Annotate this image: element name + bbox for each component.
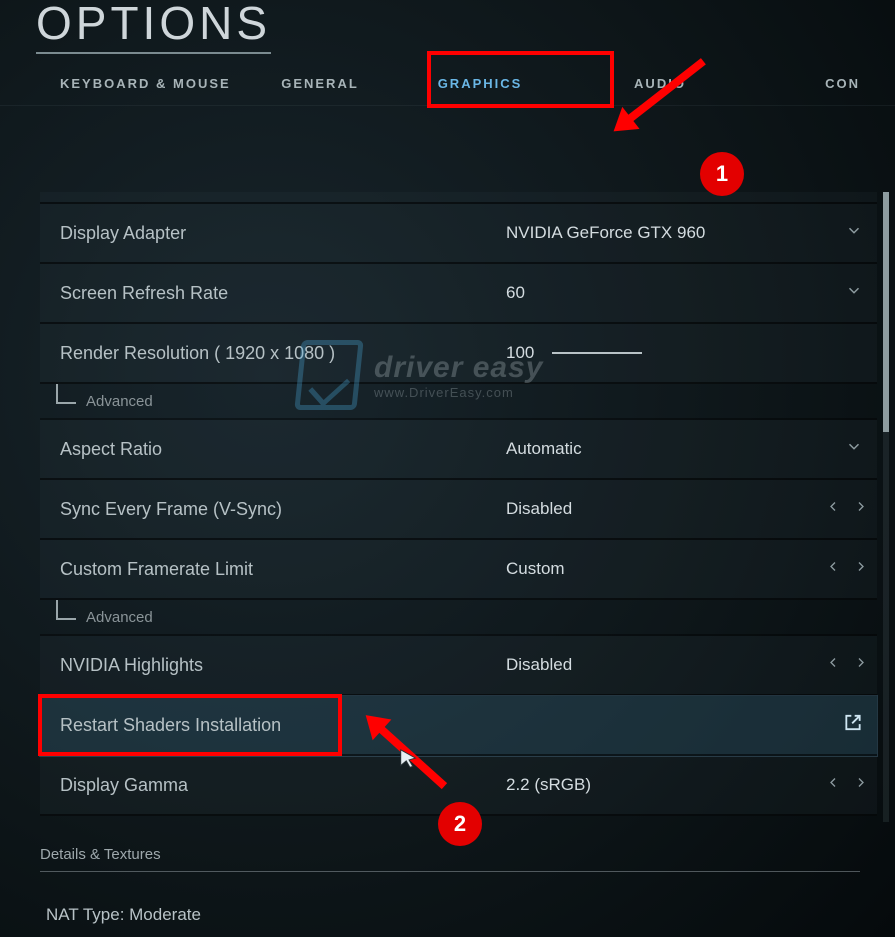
label-nvidia-highlights: NVIDIA Highlights (40, 655, 500, 676)
value-refresh-rate: 60 (500, 283, 877, 303)
section-heading-details-textures: Details & Textures (40, 846, 860, 872)
row-render-resolution[interactable]: Render Resolution ( 1920 x 1080 ) 100 (40, 324, 877, 384)
list-top-band (40, 192, 877, 204)
row-refresh-rate[interactable]: Screen Refresh Rate 60 (40, 264, 877, 324)
value-vsync: Disabled (500, 499, 877, 519)
tabs-bar: KEYBOARD & MOUSE GENERAL GRAPHICS AUDIO … (0, 62, 895, 106)
value-aspect-ratio: Automatic (500, 439, 877, 459)
row-advanced-2[interactable]: Advanced (40, 600, 877, 636)
chevron-left-icon[interactable] (825, 559, 841, 580)
popout-icon[interactable] (843, 713, 863, 738)
label-refresh-rate: Screen Refresh Rate (40, 283, 500, 304)
row-nvidia-highlights[interactable]: NVIDIA Highlights Disabled (40, 636, 877, 696)
row-advanced-1[interactable]: Advanced (40, 384, 877, 420)
label-display-gamma: Display Gamma (40, 775, 500, 796)
label-advanced-2: Advanced (86, 609, 153, 626)
page-title: OPTIONS (36, 0, 271, 54)
label-aspect-ratio: Aspect Ratio (40, 439, 500, 460)
chevron-down-icon[interactable] (845, 222, 863, 245)
annotation-badge-1: 1 (700, 152, 744, 196)
label-advanced-1: Advanced (86, 393, 153, 410)
tab-general[interactable]: GENERAL (240, 76, 400, 91)
settings-list: Display Adapter NVIDIA GeForce GTX 960 S… (40, 192, 877, 816)
chevron-right-icon[interactable] (853, 775, 869, 796)
tab-audio[interactable]: AUDIO (560, 76, 760, 91)
chevron-left-icon[interactable] (825, 655, 841, 676)
row-restart-shaders[interactable]: Restart Shaders Installation (40, 696, 877, 756)
value-display-gamma: 2.2 (sRGB) (500, 775, 877, 795)
chevron-right-icon[interactable] (853, 499, 869, 520)
value-nvidia-highlights: Disabled (500, 655, 877, 675)
scrollbar[interactable] (883, 192, 889, 822)
row-framerate-limit[interactable]: Custom Framerate Limit Custom (40, 540, 877, 600)
tree-bracket-icon (56, 384, 76, 404)
row-display-adapter[interactable]: Display Adapter NVIDIA GeForce GTX 960 (40, 204, 877, 264)
value-render-resolution: 100 (500, 343, 877, 363)
row-display-gamma[interactable]: Display Gamma 2.2 (sRGB) (40, 756, 877, 816)
scrollbar-thumb[interactable] (883, 192, 889, 432)
row-aspect-ratio[interactable]: Aspect Ratio Automatic (40, 420, 877, 480)
value-framerate-limit: Custom (500, 559, 877, 579)
value-display-adapter: NVIDIA GeForce GTX 960 (500, 223, 877, 243)
tab-keyboard-mouse[interactable]: KEYBOARD & MOUSE (60, 76, 240, 91)
label-display-adapter: Display Adapter (40, 223, 500, 244)
label-restart-shaders: Restart Shaders Installation (40, 715, 500, 736)
tree-bracket-icon (56, 600, 76, 620)
chevron-down-icon[interactable] (845, 438, 863, 461)
chevron-left-icon[interactable] (825, 775, 841, 796)
chevron-down-icon[interactable] (845, 282, 863, 305)
chevron-right-icon[interactable] (853, 559, 869, 580)
label-vsync: Sync Every Frame (V-Sync) (40, 499, 500, 520)
tab-controller-partial[interactable]: CON (760, 76, 860, 91)
render-resolution-slider[interactable] (552, 352, 642, 354)
value-render-resolution-text: 100 (506, 343, 534, 363)
chevron-right-icon[interactable] (853, 655, 869, 676)
chevron-left-icon[interactable] (825, 499, 841, 520)
label-render-resolution: Render Resolution ( 1920 x 1080 ) (40, 343, 500, 364)
row-vsync[interactable]: Sync Every Frame (V-Sync) Disabled (40, 480, 877, 540)
tab-graphics[interactable]: GRAPHICS (400, 76, 560, 91)
label-framerate-limit: Custom Framerate Limit (40, 559, 500, 580)
nat-type-status: NAT Type: Moderate (46, 905, 201, 925)
